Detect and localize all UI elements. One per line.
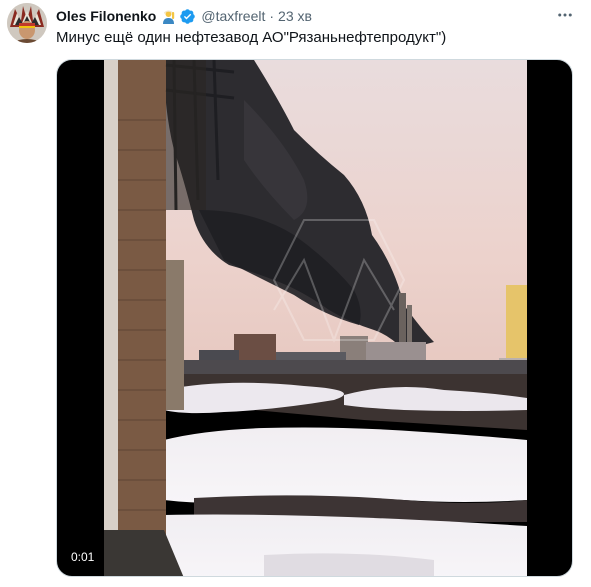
tweet[interactable]: Oles Filonenko @taxfreelt · 23 хв Минус … xyxy=(0,0,591,587)
author-name[interactable]: Oles Filonenko xyxy=(56,7,156,25)
tweet-header: Oles Filonenko @taxfreelt · 23 хв xyxy=(56,7,312,25)
author-handle[interactable]: @taxfreelt xyxy=(201,7,265,25)
verified-badge-icon xyxy=(179,8,196,25)
video-frame xyxy=(104,60,527,576)
avatar[interactable] xyxy=(7,3,47,43)
video-player[interactable]: 0:01 xyxy=(56,59,573,577)
video-timestamp: 0:01 xyxy=(66,547,100,567)
more-dots-icon[interactable] xyxy=(554,6,576,24)
person-raising-hand-emoji xyxy=(161,9,176,24)
separator-dot: · xyxy=(269,8,275,24)
tweet-text: Минус ещё один нефтезавод АО"Рязаньнефте… xyxy=(56,29,447,46)
tweet-time[interactable]: 23 хв xyxy=(278,7,312,25)
avatar-image xyxy=(7,3,47,43)
